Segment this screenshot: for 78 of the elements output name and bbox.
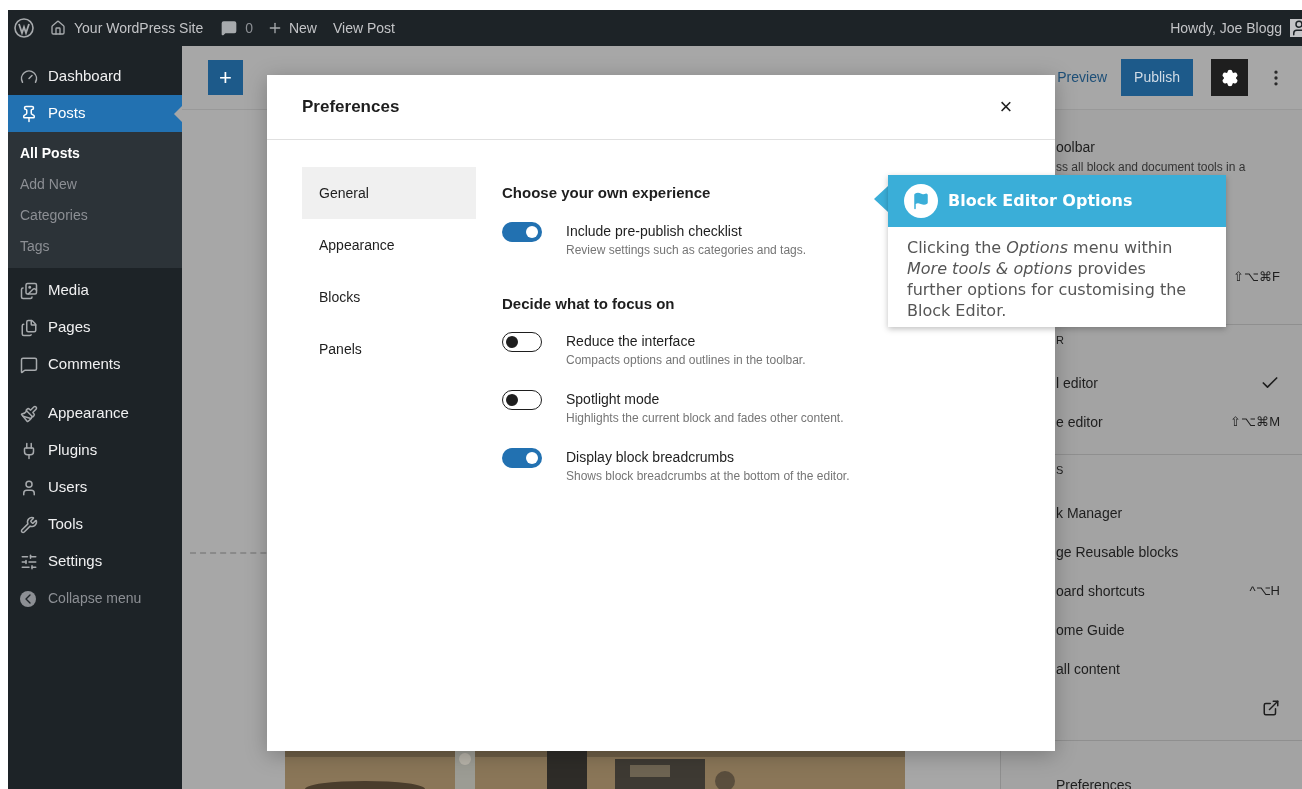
submenu-item[interactable]: Add New bbox=[8, 169, 182, 200]
toggle-switch[interactable] bbox=[502, 390, 542, 410]
toggle-switch[interactable] bbox=[502, 332, 542, 352]
menu-item[interactable]: ome Guide bbox=[1056, 610, 1280, 649]
menu-icon bbox=[20, 515, 38, 534]
menu-group-heading: R bbox=[1056, 333, 1065, 347]
sidebar-item[interactable]: Posts bbox=[8, 95, 182, 132]
menu-icon bbox=[20, 67, 38, 86]
sidebar-item[interactable]: Users bbox=[8, 469, 182, 506]
comment-icon[interactable] bbox=[221, 20, 238, 36]
sidebar-item[interactable]: Appearance bbox=[8, 395, 182, 432]
menu-item[interactable]: Preferences bbox=[1056, 765, 1280, 789]
submenu-item[interactable]: Tags bbox=[8, 231, 182, 262]
option-label: Include pre-publish checklist bbox=[566, 221, 743, 241]
collapse-menu-button[interactable]: Collapse menu bbox=[8, 580, 182, 617]
menu-item[interactable]: ge Reusable blocks bbox=[1056, 532, 1280, 571]
menu-item[interactable]: l editor bbox=[1056, 363, 1280, 402]
menu-item[interactable]: k Manager bbox=[1056, 493, 1280, 532]
submenu-item[interactable]: All Posts bbox=[8, 138, 182, 169]
menu-icon bbox=[20, 318, 38, 337]
option-label: Reduce the interface bbox=[566, 332, 697, 351]
menu-icon bbox=[20, 552, 38, 571]
menu-icon bbox=[20, 355, 38, 374]
section-heading: Choose your own experience bbox=[502, 183, 712, 203]
sidebar-item[interactable]: Dashboard bbox=[8, 58, 182, 95]
menu-icon bbox=[20, 281, 38, 300]
preview-link[interactable]: Preview bbox=[1057, 67, 1108, 88]
settings-button[interactable] bbox=[1211, 59, 1248, 96]
wordpress-logo-icon[interactable] bbox=[14, 18, 34, 38]
sidebar-item[interactable]: Pages bbox=[8, 309, 182, 346]
option-description: Review settings such as categories and tags. bbox=[566, 241, 807, 259]
flag-icon bbox=[904, 184, 938, 218]
menu-item-description: ss all block and document tools in a bbox=[1056, 159, 1246, 176]
greeting-link[interactable]: Howdy, Joe Blogg bbox=[1170, 17, 1282, 39]
preferences-tab[interactable]: Panels bbox=[302, 323, 476, 375]
menu-item[interactable]: oard shortcuts ^⌥H bbox=[1056, 571, 1280, 610]
comment-count[interactable]: 0 bbox=[245, 17, 253, 39]
menu-item[interactable]: ⇧⌥⌘F bbox=[1233, 257, 1280, 296]
sidebar-item[interactable]: Tools bbox=[8, 506, 182, 543]
option-label: Display block breadcrumbs bbox=[566, 448, 736, 467]
home-icon[interactable] bbox=[50, 20, 66, 36]
submenu-item[interactable]: Categories bbox=[8, 200, 182, 231]
external-link-icon[interactable] bbox=[1262, 698, 1280, 717]
close-button[interactable]: × bbox=[994, 95, 1018, 119]
keyboard-shortcut: ⇧⌥⌘M bbox=[1230, 412, 1280, 431]
preferences-tab[interactable]: Blocks bbox=[302, 271, 476, 323]
section-heading: Decide what to focus on bbox=[502, 293, 676, 314]
publish-button[interactable]: Publish bbox=[1121, 59, 1193, 96]
callout-title: Block Editor Options bbox=[948, 190, 1133, 212]
menu-item[interactable]: all content bbox=[1056, 649, 1280, 688]
keyboard-shortcut: ⇧⌥⌘F bbox=[1233, 267, 1280, 286]
site-link[interactable]: Your WordPress Site bbox=[74, 17, 204, 39]
sidebar-item[interactable]: Comments bbox=[8, 346, 182, 383]
collapse-icon bbox=[20, 590, 36, 607]
toggle-switch[interactable] bbox=[502, 221, 542, 242]
sidebar-item[interactable]: Settings bbox=[8, 543, 182, 580]
sidebar-item[interactable]: Plugins bbox=[8, 432, 182, 469]
sidebar-item[interactable]: Media bbox=[8, 272, 182, 309]
option-description: Shows block breadcrumbs at the bottom of the editor. bbox=[566, 468, 850, 485]
keyboard-shortcut: ^⌥H bbox=[1249, 581, 1280, 600]
preferences-tab[interactable]: Appearance bbox=[302, 219, 476, 271]
dialog-title: Preferences bbox=[302, 96, 400, 119]
option-label: Spotlight mode bbox=[566, 390, 661, 409]
option-description: Compacts options and outlines in the toolbar. bbox=[566, 352, 806, 369]
add-block-button[interactable]: + bbox=[208, 60, 243, 95]
menu-group-heading: S bbox=[1056, 463, 1065, 477]
option-description: Highlights the current block and fades other content. bbox=[566, 410, 844, 427]
menu-icon bbox=[20, 478, 38, 497]
menu-item[interactable]: oolbar ss all block and document tools in a bbox=[1056, 137, 1280, 177]
callout-text: Clicking the Options menu within More tools & options provides further options for customising the Block Editor. bbox=[906, 237, 1188, 321]
menu-item[interactable]: e editor ⇧⌥⌘M bbox=[1056, 402, 1280, 441]
view-post-link[interactable]: View Post bbox=[333, 17, 395, 39]
menu-icon bbox=[20, 404, 38, 423]
menu-icon bbox=[20, 104, 38, 123]
new-link[interactable]: New bbox=[288, 17, 317, 39]
toggle-switch[interactable] bbox=[502, 448, 542, 468]
preferences-tab[interactable]: General bbox=[302, 167, 476, 219]
settings-icon bbox=[1220, 68, 1239, 87]
